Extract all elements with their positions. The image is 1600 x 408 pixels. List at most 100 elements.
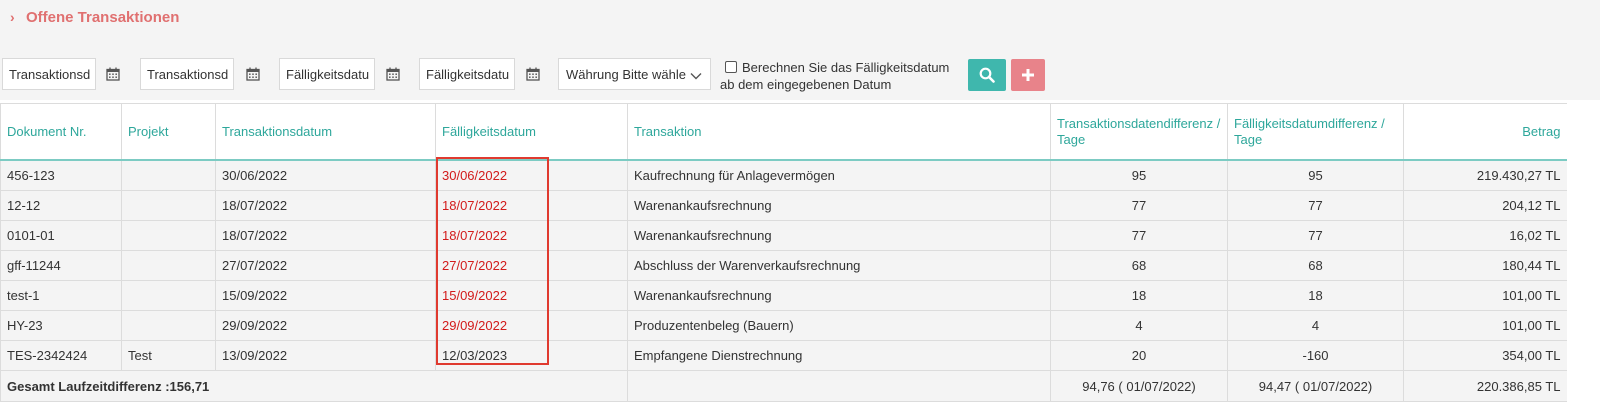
cell-trans-diff: 68 [1050, 250, 1228, 281]
footer-total-label: Gesamt Laufzeitdifferenz :156,71 [0, 370, 628, 402]
due-date-from-input[interactable]: Fälligkeitsdatu [279, 58, 375, 90]
cell-due-date: 12/03/2023 [435, 340, 628, 371]
table-row[interactable]: 12-12 18/07/2022 18/07/2022 Warenankaufs… [0, 190, 1567, 221]
cell-due-diff: 18 [1227, 280, 1404, 311]
search-icon [979, 67, 995, 83]
table-row[interactable]: TES-2342424 Test 13/09/2022 12/03/2023 E… [0, 340, 1567, 371]
cell-trans-date: 18/07/2022 [215, 190, 436, 221]
cell-project [121, 250, 216, 281]
page-title: Offene Transaktionen [26, 9, 180, 26]
page-header: › Offene Transaktionen [0, 0, 1600, 38]
due-date-to-input[interactable]: Fälligkeitsdatu [419, 58, 515, 90]
cell-trans-date: 29/09/2022 [215, 310, 436, 341]
search-button[interactable] [968, 59, 1006, 91]
cell-transaction: Produzentenbeleg (Bauern) [627, 310, 1051, 341]
calendar-icon[interactable] [376, 58, 410, 90]
cell-trans-diff: 77 [1050, 220, 1228, 251]
cell-trans-date: 30/06/2022 [215, 160, 436, 191]
cell-due-date: 27/07/2022 [435, 250, 628, 281]
col-header-transaction[interactable]: Transaktion [627, 103, 1051, 161]
cell-transaction: Kaufrechnung für Anlagevermögen [627, 160, 1051, 191]
cell-due-date: 18/07/2022 [435, 220, 628, 251]
cell-project: Test [121, 340, 216, 371]
calc-due-date-checkbox[interactable] [725, 61, 737, 73]
add-button[interactable] [1011, 59, 1045, 91]
checkbox-label-line2: ab dem eingegebenen Datum [720, 77, 892, 92]
cell-due-date: 30/06/2022 [435, 160, 628, 191]
cell-project [121, 160, 216, 191]
cell-due-diff: 77 [1227, 190, 1404, 221]
cell-project [121, 190, 216, 221]
currency-select-value: Währung Bitte wähle [566, 67, 686, 82]
cell-trans-date: 15/09/2022 [215, 280, 436, 311]
col-header-trans-date[interactable]: Transaktionsdatum [215, 103, 436, 161]
footer-due-diff: 94,47 ( 01/07/2022) [1227, 370, 1404, 402]
cell-doc: gff-11244 [0, 250, 122, 281]
cell-trans-diff: 95 [1050, 160, 1228, 191]
cell-trans-date: 13/09/2022 [215, 340, 436, 371]
cell-doc: 12-12 [0, 190, 122, 221]
currency-select[interactable]: Währung Bitte wähle [558, 58, 711, 90]
cell-due-diff: 95 [1227, 160, 1404, 191]
plus-icon [1022, 69, 1034, 81]
cell-trans-date: 18/07/2022 [215, 220, 436, 251]
cell-project [121, 310, 216, 341]
chevron-right-icon[interactable]: › [10, 9, 15, 25]
cell-project [121, 280, 216, 311]
cell-transaction: Warenankaufsrechnung [627, 280, 1051, 311]
transaction-date-from-input[interactable]: Transaktionsd [2, 58, 96, 90]
cell-doc: 0101-01 [0, 220, 122, 251]
cell-doc: TES-2342424 [0, 340, 122, 371]
table-row[interactable]: 0101-01 18/07/2022 18/07/2022 Warenankau… [0, 220, 1567, 251]
col-header-due-date[interactable]: Fälligkeitsdatum [435, 103, 628, 161]
cell-amount: 354,00 TL [1403, 340, 1567, 371]
col-header-trans-diff[interactable]: Transaktionsdatendifferenz / Tage [1050, 103, 1228, 161]
cell-project [121, 220, 216, 251]
cell-due-date: 18/07/2022 [435, 190, 628, 221]
col-header-project[interactable]: Projekt [121, 103, 216, 161]
calendar-icon[interactable] [236, 58, 270, 90]
cell-due-date: 15/09/2022 [435, 280, 628, 311]
cell-due-diff: 68 [1227, 250, 1404, 281]
col-header-due-diff[interactable]: Fälligkeitsdatumdifferenz / Tage [1227, 103, 1404, 161]
col-header-doc[interactable]: Dokument Nr. [0, 103, 122, 161]
cell-amount: 101,00 TL [1403, 310, 1567, 341]
table-row[interactable]: 456-123 30/06/2022 30/06/2022 Kaufrechnu… [0, 160, 1567, 191]
table-header-row: Dokument Nr. Projekt Transaktionsdatum F… [0, 103, 1567, 161]
cell-amount: 219.430,27 TL [1403, 160, 1567, 191]
cell-transaction: Warenankaufsrechnung [627, 220, 1051, 251]
cell-trans-diff: 77 [1050, 190, 1228, 221]
cell-amount: 180,44 TL [1403, 250, 1567, 281]
cell-due-date: 29/09/2022 [435, 310, 628, 341]
cell-doc: 456-123 [0, 160, 122, 191]
open-transactions-table: Dokument Nr. Projekt Transaktionsdatum F… [0, 103, 1567, 402]
footer-trans-diff: 94,76 ( 01/07/2022) [1050, 370, 1228, 402]
table-footer-row: Gesamt Laufzeitdifferenz :156,71 94,76 (… [0, 370, 1567, 402]
chevron-down-icon [690, 68, 702, 83]
footer-empty-cell [627, 370, 1051, 402]
table-row[interactable]: gff-11244 27/07/2022 27/07/2022 Abschlus… [0, 250, 1567, 281]
cell-amount: 16,02 TL [1403, 220, 1567, 251]
footer-amount: 220.386,85 TL [1403, 370, 1567, 402]
table-row[interactable]: HY-23 29/09/2022 29/09/2022 Produzentenb… [0, 310, 1567, 341]
cell-amount: 204,12 TL [1403, 190, 1567, 221]
cell-trans-diff: 20 [1050, 340, 1228, 371]
cell-amount: 101,00 TL [1403, 280, 1567, 311]
checkbox-label-line1: Berechnen Sie das Fälligkeitsdatum [742, 60, 950, 75]
cell-doc: test-1 [0, 280, 122, 311]
cell-transaction: Warenankaufsrechnung [627, 190, 1051, 221]
cell-transaction: Abschluss der Warenverkaufsrechnung [627, 250, 1051, 281]
cell-doc: HY-23 [0, 310, 122, 341]
cell-trans-diff: 18 [1050, 280, 1228, 311]
table-row[interactable]: test-1 15/09/2022 15/09/2022 Warenankauf… [0, 280, 1567, 311]
transaction-date-to-input[interactable]: Transaktionsd [140, 58, 234, 90]
cell-trans-diff: 4 [1050, 310, 1228, 341]
cell-trans-date: 27/07/2022 [215, 250, 436, 281]
col-header-amount[interactable]: Betrag [1403, 103, 1567, 161]
calendar-icon[interactable] [516, 58, 550, 90]
cell-due-diff: 4 [1227, 310, 1404, 341]
cell-transaction: Empfangene Dienstrechnung [627, 340, 1051, 371]
cell-due-diff: -160 [1227, 340, 1404, 371]
cell-due-diff: 77 [1227, 220, 1404, 251]
calendar-icon[interactable] [96, 58, 130, 90]
